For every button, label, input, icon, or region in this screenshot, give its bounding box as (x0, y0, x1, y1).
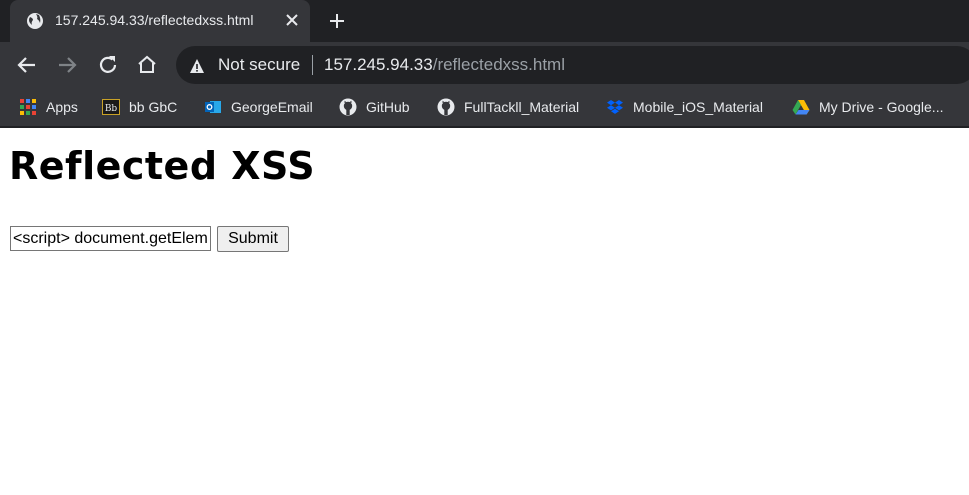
url-text[interactable]: 157.245.94.33/reflectedxss.html (324, 55, 565, 75)
security-label[interactable]: Not secure (218, 55, 300, 75)
bookmark-label: Apps (46, 99, 78, 115)
tab-strip: 157.245.94.33/reflectedxss.html (0, 0, 969, 42)
bookmarks-bar: Apps Bb bb GbC GeorgeEmail GitHub FullTa… (0, 88, 969, 128)
url-path: /reflectedxss.html (432, 55, 565, 74)
github-icon (437, 98, 455, 116)
address-bar[interactable]: Not secure 157.245.94.33/reflectedxss.ht… (176, 46, 969, 84)
home-icon[interactable] (134, 52, 160, 78)
new-tab-icon[interactable] (326, 10, 348, 32)
submit-button[interactable]: Submit (217, 226, 289, 252)
bookmark-fulltackll-material[interactable]: FullTackll_Material (437, 95, 579, 119)
blackboard-icon: Bb (102, 99, 120, 115)
bookmark-bb-gbc[interactable]: Bb bb GbC (102, 95, 177, 119)
browser-toolbar: Not secure 157.245.94.33/reflectedxss.ht… (0, 42, 969, 88)
page-content: Reflected XSS Submit (0, 128, 969, 495)
forward-arrow-icon[interactable] (54, 52, 80, 78)
bookmark-apps[interactable]: Apps (19, 95, 78, 119)
globe-icon (27, 13, 43, 29)
reload-icon[interactable] (95, 52, 121, 78)
warning-icon[interactable] (189, 58, 205, 74)
bookmark-my-drive[interactable]: My Drive - Google... (792, 95, 943, 119)
bookmark-label: My Drive - Google... (819, 99, 944, 115)
dropbox-icon (607, 100, 623, 114)
bookmark-label: GeorgeEmail (231, 99, 313, 115)
close-icon[interactable] (282, 10, 302, 30)
bookmark-label: FullTackll_Material (464, 99, 580, 115)
bookmark-label: GitHub (366, 99, 410, 115)
bookmark-label: bb GbC (129, 99, 178, 115)
google-drive-icon (792, 100, 810, 115)
svg-text:Bb: Bb (105, 104, 118, 114)
bookmark-george-email[interactable]: GeorgeEmail (204, 95, 313, 119)
url-host: 157.245.94.33 (324, 55, 433, 74)
xss-input[interactable] (10, 226, 211, 251)
tab-title: 157.245.94.33/reflectedxss.html (55, 12, 254, 28)
page-title: Reflected XSS (9, 144, 316, 188)
back-arrow-icon[interactable] (14, 52, 40, 78)
bookmark-label: Mobile_iOS_Material (633, 99, 763, 115)
address-separator (312, 55, 313, 75)
bookmark-github[interactable]: GitHub (339, 95, 410, 119)
apps-grid-icon (20, 99, 36, 115)
github-icon (339, 98, 357, 116)
outlook-icon (205, 101, 221, 113)
browser-tab[interactable]: 157.245.94.33/reflectedxss.html (10, 0, 310, 42)
bookmark-mobile-ios-material[interactable]: Mobile_iOS_Material (606, 95, 763, 119)
